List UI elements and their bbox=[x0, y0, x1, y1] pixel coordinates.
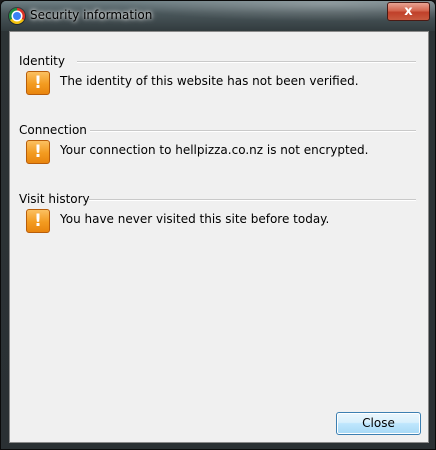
chrome-icon bbox=[9, 8, 25, 24]
section-divider bbox=[90, 130, 416, 132]
connection-label: Connection bbox=[19, 123, 87, 137]
warning-icon: ! bbox=[26, 71, 50, 95]
security-info-window: Security information x Identity ! The id… bbox=[0, 0, 436, 450]
warning-icon: ! bbox=[26, 140, 50, 164]
close-button[interactable]: Close bbox=[336, 412, 421, 435]
identity-label: Identity bbox=[19, 54, 65, 68]
title-bar[interactable]: Security information x bbox=[1, 1, 435, 31]
section-divider bbox=[89, 199, 416, 201]
visit-history-message: You have never visited this site before … bbox=[60, 212, 330, 226]
dialog-body: Identity ! The identity of this website … bbox=[9, 31, 429, 443]
window-title: Security information bbox=[30, 8, 153, 22]
visit-history-label: Visit history bbox=[19, 192, 90, 206]
warning-icon: ! bbox=[26, 209, 50, 233]
window-close-button[interactable]: x bbox=[387, 2, 430, 21]
section-divider bbox=[77, 61, 416, 63]
identity-message: The identity of this website has not bee… bbox=[60, 74, 359, 88]
connection-message: Your connection to hellpizza.co.nz is no… bbox=[60, 143, 369, 157]
